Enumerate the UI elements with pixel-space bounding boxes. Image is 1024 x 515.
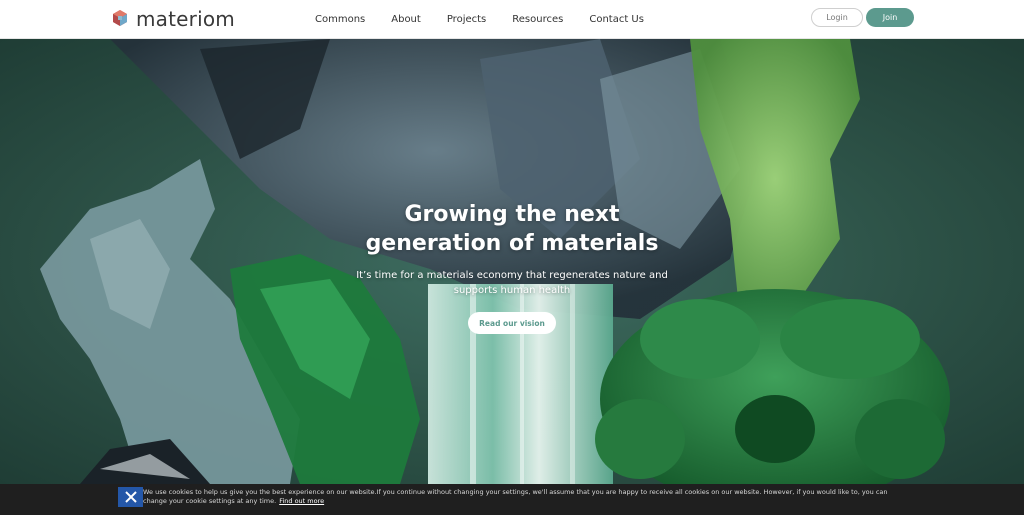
cookie-close-button[interactable] (118, 487, 143, 507)
hero-artwork (40, 39, 950, 484)
find-out-more-link[interactable]: Find out more (279, 497, 324, 505)
nav-item-resources[interactable]: Resources (512, 14, 563, 25)
cookie-message: We use cookies to help us give you the b… (143, 488, 913, 506)
hero-title-line-2: generation of materials (365, 231, 659, 256)
logo-text: materiom (136, 7, 235, 31)
close-icon (124, 491, 137, 503)
hero-title-line-1: Growing the next (404, 202, 620, 227)
read-our-vision-button[interactable]: Read our vision (468, 312, 556, 334)
cookie-text: We use cookies to help us give you the b… (143, 488, 888, 505)
hero-subtitle: It’s time for a materials economy that r… (352, 268, 672, 298)
site-header: materiom Commons About Projects Resource… (0, 0, 1024, 39)
join-button[interactable]: Join (866, 8, 914, 27)
cookie-banner: We use cookies to help us give you the b… (0, 484, 1024, 515)
logo[interactable]: materiom (110, 7, 235, 31)
nav-item-projects[interactable]: Projects (447, 14, 486, 25)
hero-title: Growing the next generation of materials (312, 200, 712, 258)
login-button[interactable]: Login (811, 8, 863, 27)
nav-item-about[interactable]: About (391, 14, 421, 25)
logo-mark-icon (113, 10, 127, 26)
main-nav: Commons About Projects Resources Contact… (315, 0, 670, 39)
nav-item-commons[interactable]: Commons (315, 14, 365, 25)
hero-section: Growing the next generation of materials… (0, 39, 1024, 484)
hero-subtitle-line-1: It’s time for a materials economy that r… (356, 270, 668, 281)
hero-subtitle-line-2: supports human health (453, 285, 571, 296)
nav-item-contact-us[interactable]: Contact Us (589, 14, 644, 25)
